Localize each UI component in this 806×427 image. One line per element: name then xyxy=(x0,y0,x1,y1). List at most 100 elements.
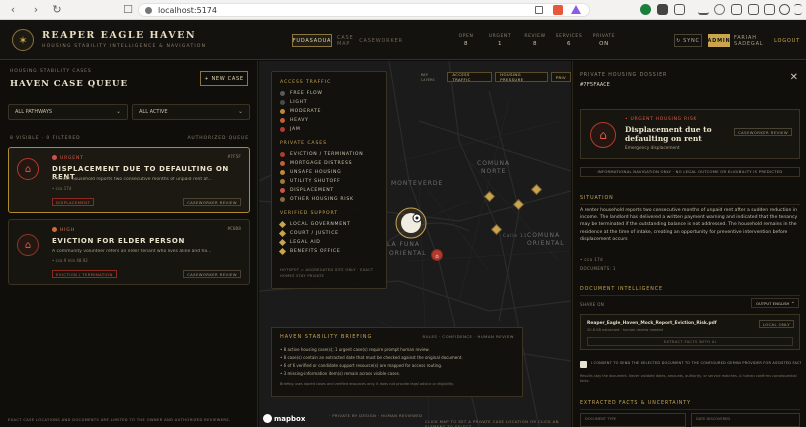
case-meta: • cca 9 min 48.92 xyxy=(52,258,88,263)
layer-chip-housing[interactable]: HOUSING PRESSURE xyxy=(495,72,548,82)
briefing-title: HAVEN STABILITY BRIEFING xyxy=(280,334,373,340)
case-id: #7F5F xyxy=(227,155,241,160)
legend-swatch xyxy=(280,179,285,184)
extension-icon[interactable] xyxy=(748,4,759,15)
legend-swatch xyxy=(280,170,285,175)
dossier-section-label: PRIVATE HOUSING DOSSIER xyxy=(580,73,668,78)
support-diamond-icon xyxy=(278,238,287,247)
logout-link[interactable]: LOGOUT xyxy=(774,34,799,47)
reload-icon[interactable]: ↻ xyxy=(51,3,63,16)
stat-private: PRIVATE ON xyxy=(592,34,616,47)
stat-urgent: URGENT 1 xyxy=(488,34,512,47)
legend-swatch xyxy=(280,91,285,96)
pathway-filter-select[interactable]: ALL PATHWAYS ⌄ xyxy=(8,104,128,120)
browser-toolbar: ‹ › ↻ ☐ localhost:5174 xyxy=(0,0,806,20)
extension-icon[interactable] xyxy=(657,4,668,15)
case-tag: DISPLACEMENT xyxy=(52,198,95,206)
output-language-select[interactable]: OUTPUT ENGLISH ⌄ xyxy=(751,298,799,308)
brave-shield-icon[interactable] xyxy=(553,5,563,15)
case-card[interactable]: ⌂ HIGH #C0D8 EVICTION FOR ELDER PERSON A… xyxy=(8,219,250,285)
legend-item: DISPLACEMENT xyxy=(280,188,334,193)
caseworker-review-badge: CASEWORKER REVIEW xyxy=(734,128,792,136)
download-icon[interactable] xyxy=(698,4,709,15)
consent-checkbox[interactable] xyxy=(580,361,587,368)
layer-chip-traffic[interactable]: ACCESS TRAFFIC xyxy=(447,72,493,82)
briefing-tags: RULES · CONFIDENCE · HUMAN REVIEW xyxy=(422,334,514,339)
dossier-title: Displacement due to defaulting on rent xyxy=(625,125,712,143)
map-place-label: NORTE xyxy=(481,168,506,175)
chevron-down-icon: ⌄ xyxy=(237,108,243,115)
legend-item: LIGHT xyxy=(280,100,307,105)
share-icon[interactable] xyxy=(535,6,543,14)
dossier-panel: PRIVATE HOUSING DOSSIER #7F5FAACE ✕ ⌂ • … xyxy=(572,61,806,427)
extract-facts-button[interactable]: EXTRACT FACTS WITH AI xyxy=(587,337,793,346)
case-card[interactable]: ⌂ URGENT #7F5F DISPLACEMENT DUE TO DEFAU… xyxy=(8,147,250,213)
legend-item: LEGAL AID xyxy=(278,238,321,247)
case-title: EVICTION FOR ELDER PERSON xyxy=(52,237,185,245)
stat-open: OPEN 8 xyxy=(458,34,474,47)
map-attribution[interactable]: · PRIVATE BY DESIGN · HUMAN REVIEWED xyxy=(329,413,422,418)
nav-active-button[interactable]: FUDASADUA xyxy=(292,34,332,47)
chevron-down-icon: ⌄ xyxy=(790,299,795,305)
extension-icon[interactable] xyxy=(674,4,685,15)
app-title: REAPER EAGLE HAVEN xyxy=(42,30,196,41)
nav-caseworker[interactable]: CASEWORKER xyxy=(359,34,402,47)
case-id: #C0D8 xyxy=(227,227,241,232)
site-info-icon[interactable] xyxy=(145,6,152,14)
sidebar-icon[interactable] xyxy=(731,4,742,15)
bookmark-icon[interactable]: ☐ xyxy=(122,3,134,16)
legend-swatch xyxy=(280,161,285,166)
queue-count: 8 VISIBLE · 0 FILTERED xyxy=(10,136,81,141)
house-icon: ⌂ xyxy=(17,234,39,256)
map-place-label: ORIENTAL xyxy=(527,240,565,247)
legend-traffic-heading: ACCESS TRAFFIC xyxy=(280,80,332,85)
queue-authorized-label: AUTHORIZED QUEUE xyxy=(187,136,249,141)
situation-heading: SITUATION xyxy=(580,196,614,201)
queue-title: HAVEN CASE QUEUE xyxy=(10,79,128,89)
map-layer-bar: MAP LAYERS ACCESS TRAFFIC HOUSING PRESSU… xyxy=(421,71,571,83)
legend-item: LOCAL GOVERNMENT xyxy=(278,220,350,229)
back-icon[interactable]: ‹ xyxy=(7,3,19,16)
map-bottom-note: CLICK MAP TO SET A PRIVATE CASE LOCATION… xyxy=(425,419,559,427)
dossier-case-id: #7F5FAACE xyxy=(580,82,610,88)
mapbox-logo: mapbox xyxy=(263,414,305,423)
sync-button[interactable]: ↻ SYNC xyxy=(674,34,702,47)
extension-icon[interactable] xyxy=(640,4,651,15)
role-badge: ADMIN xyxy=(707,34,730,47)
wallet-icon[interactable] xyxy=(764,4,775,15)
caseworker-review-badge: CASEWORKER REVIEW xyxy=(183,198,241,206)
priority-label: URGENT xyxy=(52,155,84,161)
map-place-label: COMUNA xyxy=(477,160,510,167)
support-diamond-icon xyxy=(278,247,287,256)
legend-item: MORTGAGE DISTRESS xyxy=(280,161,352,166)
case-map[interactable]: ⌂ COMUNA NORTE MONTEVERDE LA FUNA ORIENT… xyxy=(259,61,571,427)
document-card[interactable]: Reaper_Eagle_Haven_Mock_Report_Eviction_… xyxy=(580,314,800,350)
local-only-badge: LOCAL ONLY xyxy=(758,320,794,328)
menu-icon[interactable] xyxy=(794,4,802,15)
status-filter-select[interactable]: ALL ACTIVE ⌄ xyxy=(132,104,250,120)
fact-cell: DATE DISCOVERED xyxy=(691,413,800,427)
sync-icon: ↻ xyxy=(676,37,682,44)
map-place-label: ORIENTAL xyxy=(389,250,427,257)
address-bar[interactable]: localhost:5174 xyxy=(138,3,590,17)
close-icon[interactable]: ✕ xyxy=(790,73,798,83)
legend-note: HOTSPOT = AGGREGATED SITE ONLY · EXACT H… xyxy=(280,268,374,278)
legend-item: JAM xyxy=(280,127,300,132)
priority-label: HIGH xyxy=(52,227,75,233)
legend-support-heading: VERIFIED SUPPORT xyxy=(280,211,338,216)
divider xyxy=(580,204,800,205)
profile-icon[interactable] xyxy=(779,4,790,15)
rewards-icon[interactable] xyxy=(571,5,581,14)
legend-swatch xyxy=(280,118,285,123)
forward-icon[interactable]: › xyxy=(30,3,42,16)
caseworker-review-badge: CASEWORKER REVIEW xyxy=(183,270,241,278)
map-place-label: MONTEVERDE xyxy=(391,180,443,187)
media-icon[interactable] xyxy=(714,4,725,15)
new-case-button[interactable]: + NEW CASE xyxy=(200,71,248,86)
layer-chip-private[interactable]: PRIV xyxy=(550,72,571,82)
document-file-name: Reaper_Eagle_Haven_Mock_Report_Eviction_… xyxy=(587,321,717,326)
support-diamond-icon xyxy=(278,220,287,229)
legend-item: HEAVY xyxy=(280,118,309,123)
legend-swatch xyxy=(280,127,285,132)
briefing-bullet: • 8 case(s) contain an extracted date th… xyxy=(280,355,463,360)
